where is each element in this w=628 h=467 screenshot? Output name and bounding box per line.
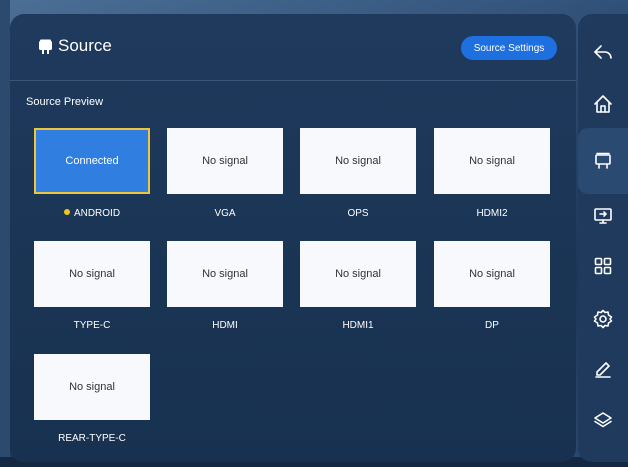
active-status-dot xyxy=(63,209,70,216)
source-label-rear-type-c: REAR-TYPE-C xyxy=(58,433,126,444)
source-tile-hdmi[interactable]: No signal xyxy=(167,241,283,307)
source-label-text: ANDROID xyxy=(73,208,121,219)
settings-gear-icon xyxy=(593,309,613,329)
source-tile-android[interactable]: Connected xyxy=(34,128,150,194)
source-settings-button[interactable]: Source Settings xyxy=(461,36,557,60)
source-label-type-c: TYPE-C xyxy=(73,320,111,331)
pen-icon xyxy=(595,362,611,378)
sidebar-source-button[interactable] xyxy=(578,141,628,181)
source-tile-rear-type-c[interactable]: No signal xyxy=(34,354,150,420)
screen-mirror-icon xyxy=(594,208,612,224)
source-title-icon xyxy=(39,39,52,54)
sidebar-settings-button[interactable] xyxy=(578,299,628,339)
background-left-strip xyxy=(0,0,10,467)
sidebar-back-button[interactable] xyxy=(578,32,628,72)
source-tile-vga[interactable]: No signal xyxy=(167,128,283,194)
source-label-vga: VGA xyxy=(214,208,236,219)
source-label-hdmi: HDMI xyxy=(212,320,238,331)
sidebar-home-button[interactable] xyxy=(578,84,628,124)
home-icon xyxy=(594,95,612,113)
source-label-ops: OPS xyxy=(347,208,369,219)
right-sidebar xyxy=(578,14,628,462)
source-tile-type-c[interactable]: No signal xyxy=(34,241,150,307)
source-label-hdmi1: HDMI1 xyxy=(342,320,374,331)
source-tile-ops[interactable]: No signal xyxy=(300,128,416,194)
source-panel: Source Source Settings Source Preview Co… xyxy=(10,14,576,462)
sidebar-screen-mirror-button[interactable] xyxy=(578,196,628,236)
sidebar-apps-button[interactable] xyxy=(578,246,628,286)
back-icon xyxy=(594,45,612,59)
source-icon xyxy=(595,152,611,169)
source-label-hdmi2: HDMI2 xyxy=(476,208,508,219)
source-tile-dp[interactable]: No signal xyxy=(434,241,550,307)
apps-grid-icon xyxy=(594,257,612,275)
source-label-android: ANDROID xyxy=(34,208,150,219)
panel-header: Source Source Settings xyxy=(10,14,576,81)
source-label-dp: DP xyxy=(485,320,499,331)
page-title: Source xyxy=(58,36,112,55)
section-title: Source Preview xyxy=(26,96,104,108)
source-tile-hdmi2[interactable]: No signal xyxy=(434,128,550,194)
source-tile-hdmi1[interactable]: No signal xyxy=(300,241,416,307)
sidebar-annotate-button[interactable] xyxy=(578,348,628,388)
sidebar-layers-button[interactable] xyxy=(578,400,628,440)
layers-icon xyxy=(594,412,612,428)
